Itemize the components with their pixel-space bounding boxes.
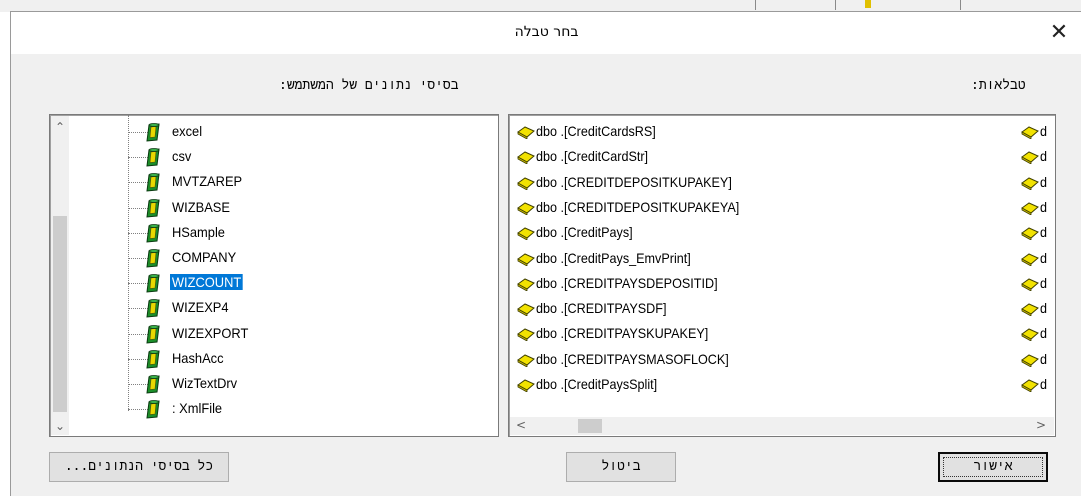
table-item-label-truncated: d bbox=[1040, 148, 1048, 165]
table-icon bbox=[1021, 354, 1039, 367]
table-icon bbox=[1021, 278, 1039, 291]
table-icon bbox=[517, 227, 535, 241]
database-item-label: excel bbox=[172, 123, 203, 139]
databases-vertical-scrollbar[interactable]: ⌃ ⌄ bbox=[51, 116, 69, 435]
tables-list[interactable]: dbo .[CreditCardsRS] d dbo .[CreditCardS… bbox=[508, 114, 1056, 437]
database-icon bbox=[146, 223, 160, 243]
background-toolbar-icon bbox=[865, 0, 871, 8]
table-item-label: dbo .[CREDITPAYSMASOFLOCK] bbox=[536, 350, 729, 367]
database-icon bbox=[146, 274, 160, 293]
table-item-label-truncated: d bbox=[1040, 325, 1048, 342]
dialog-title: בחר טבלה bbox=[514, 24, 579, 40]
select-table-dialog: בחר טבלה ✕ בסיסי נתונים של המשתמש: טבלאו… bbox=[10, 11, 1081, 496]
table-icon bbox=[1021, 252, 1039, 266]
close-icon[interactable]: ✕ bbox=[1036, 12, 1081, 54]
ok-button[interactable]: אישור bbox=[938, 452, 1048, 482]
tree-connector-line bbox=[128, 115, 129, 411]
scroll-right-icon[interactable]: > bbox=[1032, 418, 1050, 432]
table-item-label: dbo .[CreditPays] bbox=[536, 224, 633, 241]
database-icon bbox=[146, 324, 160, 344]
database-icon bbox=[146, 299, 160, 318]
table-icon bbox=[517, 202, 535, 215]
database-icon bbox=[146, 198, 160, 218]
database-item-label: : XmlFile bbox=[172, 400, 223, 417]
table-item-label-truncated: d bbox=[1040, 198, 1048, 215]
database-item-label: HSample bbox=[172, 223, 225, 240]
database-icon bbox=[146, 173, 160, 192]
table-item-label: dbo .[CreditCardsRS] bbox=[536, 123, 656, 139]
database-item-label: WIZBASE bbox=[172, 198, 230, 215]
table-item-label: dbo .[CreditCardStr] bbox=[536, 148, 649, 165]
table-icon bbox=[1021, 303, 1039, 317]
database-icon bbox=[146, 375, 160, 394]
database-icon bbox=[146, 349, 160, 369]
table-item-label: dbo .[CREDITPAYSKUPAKEY] bbox=[536, 325, 709, 342]
database-item-label: HashAcc bbox=[172, 349, 224, 366]
table-item-label: dbo .[CreditPays_EmvPrint] bbox=[536, 249, 691, 266]
database-item-label: WIZCOUNT bbox=[170, 274, 244, 291]
table-icon bbox=[517, 278, 535, 291]
table-icon bbox=[517, 328, 535, 342]
table-item-label-truncated: d bbox=[1040, 350, 1048, 367]
table-item-label-truncated: d bbox=[1040, 300, 1048, 317]
table-icon bbox=[517, 252, 535, 266]
database-item-label: WIZEXPORT bbox=[172, 324, 249, 341]
database-icon bbox=[146, 400, 160, 419]
table-item-label-truncated: d bbox=[1040, 376, 1048, 392]
table-item-label-truncated: d bbox=[1040, 274, 1048, 291]
table-item-label-truncated: d bbox=[1040, 123, 1048, 139]
scroll-down-icon[interactable]: ⌄ bbox=[51, 419, 69, 433]
scrollbar-thumb[interactable] bbox=[578, 419, 602, 433]
table-icon bbox=[517, 177, 535, 190]
databases-tree[interactable]: ⌃ ⌄ excel csv MVTZAREP WIZBASE HSample C… bbox=[49, 114, 499, 437]
table-icon bbox=[517, 354, 535, 367]
table-icon bbox=[1021, 177, 1039, 190]
table-icon bbox=[1021, 151, 1039, 165]
table-icon bbox=[517, 151, 535, 165]
table-icon bbox=[517, 303, 535, 317]
table-item-label-truncated: d bbox=[1040, 249, 1048, 266]
table-item-label: dbo .[CREDITDEPOSITKUPAKEY] bbox=[536, 173, 732, 190]
table-icon bbox=[1021, 328, 1039, 342]
table-icon bbox=[1021, 227, 1039, 241]
database-item-label: csv bbox=[172, 148, 192, 165]
database-item-label: WizTextDrv bbox=[172, 375, 238, 391]
database-icon bbox=[146, 148, 160, 167]
table-icon bbox=[1021, 126, 1039, 139]
table-item-label: dbo .[CreditPaysSplit] bbox=[536, 376, 658, 392]
table-item-label: dbo .[CREDITPAYSDEPOSITID] bbox=[536, 274, 718, 291]
scroll-left-icon[interactable]: < bbox=[512, 418, 530, 432]
all-databases-button[interactable]: כל בסיסי הנתונים... bbox=[49, 452, 229, 482]
background-divider bbox=[755, 0, 756, 10]
scrollbar-thumb[interactable] bbox=[53, 216, 67, 412]
tables-label: טבלאות: bbox=[971, 78, 1026, 93]
database-icon bbox=[146, 123, 160, 142]
database-icon bbox=[146, 249, 160, 268]
background-divider bbox=[835, 0, 836, 10]
table-item-label-truncated: d bbox=[1040, 173, 1048, 190]
table-icon bbox=[1021, 202, 1039, 215]
database-item-label: MVTZAREP bbox=[172, 173, 243, 190]
title-bar: בחר טבלה ✕ bbox=[11, 12, 1081, 54]
cancel-button[interactable]: ביטול bbox=[566, 452, 676, 482]
tables-horizontal-scrollbar[interactable]: < > bbox=[510, 417, 1054, 435]
background-divider bbox=[960, 0, 961, 10]
user-databases-label: בסיסי נתונים של המשתמש: bbox=[279, 78, 459, 93]
table-item-label-truncated: d bbox=[1040, 224, 1048, 241]
table-icon bbox=[1021, 379, 1039, 392]
database-item-label: WIZEXP4 bbox=[172, 299, 229, 316]
database-item-label: COMPANY bbox=[172, 249, 237, 265]
table-icon bbox=[517, 379, 535, 392]
table-item-label: dbo .[CREDITPAYSDF] bbox=[536, 300, 667, 317]
table-icon bbox=[517, 126, 535, 139]
scroll-up-icon[interactable]: ⌃ bbox=[51, 120, 69, 134]
table-item-label: dbo .[CREDITDEPOSITKUPAKEYA] bbox=[536, 198, 740, 215]
